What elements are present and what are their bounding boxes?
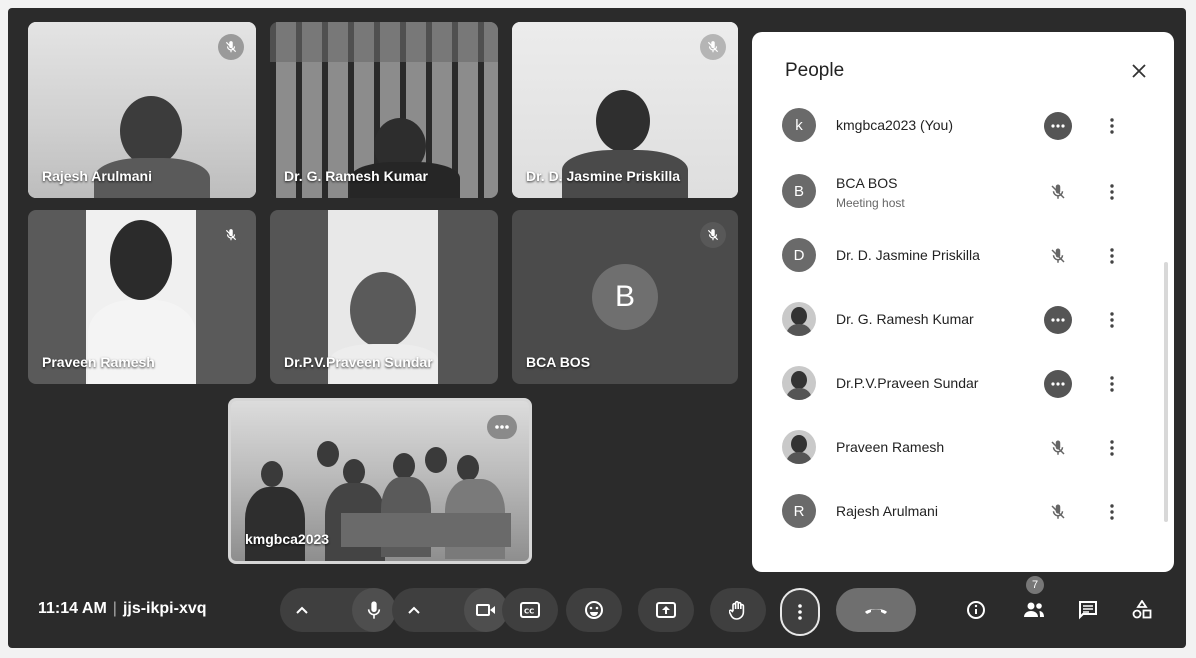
leave-call-button[interactable] <box>836 588 916 632</box>
close-icon[interactable] <box>1126 58 1152 84</box>
avatar: B <box>592 264 658 330</box>
muted-mic-icon <box>1044 499 1072 525</box>
avatar <box>782 366 816 400</box>
participant-name: Rajesh Arulmani <box>836 503 938 519</box>
speaking-indicator-icon <box>1044 112 1072 140</box>
video-tile[interactable]: Rajesh Arulmani <box>28 22 256 198</box>
panel-title: People <box>785 60 845 81</box>
participant-row[interactable]: D Dr. D. Jasmine Priskilla <box>782 234 1154 278</box>
muted-mic-icon <box>218 222 244 248</box>
video-tile[interactable]: B BCA BOS <box>512 210 738 384</box>
raise-hand-button[interactable] <box>710 588 766 632</box>
speaking-indicator-icon <box>1044 306 1072 334</box>
activities-button[interactable] <box>1126 594 1158 626</box>
video-tile[interactable]: Dr.P.V.Praveen Sundar <box>270 210 498 384</box>
meeting-code: jjs-ikpi-xvq <box>122 600 207 617</box>
more-vert-icon <box>798 604 802 620</box>
participant-role: Meeting host <box>836 196 905 210</box>
clock-time: 11:14 AM <box>38 600 107 617</box>
people-count-badge: 7 <box>1026 576 1044 594</box>
participant-name: Dr. D. Jasmine Priskilla <box>836 247 980 263</box>
self-video-tile[interactable]: kmgbca2023 <box>228 398 532 564</box>
video-tile[interactable]: Dr. G. Ramesh Kumar <box>270 22 498 198</box>
more-options-button[interactable] <box>780 588 820 636</box>
more-vert-icon[interactable] <box>1102 306 1122 334</box>
mic-button[interactable] <box>352 588 396 632</box>
participant-row[interactable]: Dr.P.V.Praveen Sundar <box>782 362 1154 406</box>
more-vert-icon[interactable] <box>1102 178 1122 206</box>
muted-mic-icon <box>700 34 726 60</box>
meet-window: Rajesh Arulmani Dr. G. Ramesh Kumar Dr. … <box>8 8 1186 648</box>
meeting-info: 11:14 AM | jjs-ikpi-xvq <box>38 600 207 618</box>
muted-mic-icon <box>1044 435 1072 461</box>
avatar: B <box>782 174 816 208</box>
participant-name: Dr.P.V.Praveen Sundar <box>836 375 979 391</box>
participant-name: Praveen Ramesh <box>836 439 945 455</box>
participant-row[interactable]: B BCA BOS Meeting host <box>782 170 1154 214</box>
participant-name: BCA BOS <box>526 354 591 370</box>
muted-mic-icon <box>1044 243 1072 269</box>
avatar: k <box>782 108 816 142</box>
emoji-button[interactable] <box>566 588 622 632</box>
captions-icon: CC <box>520 602 540 618</box>
speaking-indicator-icon <box>1044 370 1072 398</box>
svg-text:CC: CC <box>524 608 534 616</box>
video-tile[interactable]: Praveen Ramesh <box>28 210 256 384</box>
avatar: D <box>782 238 816 272</box>
people-button[interactable] <box>1018 594 1050 626</box>
more-vert-icon[interactable] <box>1102 242 1122 270</box>
more-options-icon[interactable] <box>487 415 517 439</box>
participant-row[interactable]: Dr. G. Ramesh Kumar <box>782 298 1154 342</box>
emoji-icon <box>585 601 603 619</box>
video-tile[interactable]: Dr. D. Jasmine Priskilla <box>512 22 738 198</box>
separator: | <box>112 600 117 617</box>
participant-name: kmgbca2023 <box>245 531 330 547</box>
participant-name: Rajesh Arulmani <box>42 168 152 184</box>
more-vert-icon[interactable] <box>1102 434 1122 462</box>
participant-row[interactable]: Praveen Ramesh <box>782 426 1154 470</box>
muted-mic-icon <box>1044 179 1072 205</box>
more-vert-icon[interactable] <box>1102 498 1122 526</box>
camera-control <box>392 588 508 632</box>
more-vert-icon[interactable] <box>1102 112 1122 140</box>
more-vert-icon[interactable] <box>1102 370 1122 398</box>
chat-icon <box>1079 601 1097 620</box>
meeting-details-button[interactable] <box>960 594 992 626</box>
participant-name: Dr.P.V.Praveen Sundar <box>284 354 433 370</box>
people-panel: People k kmgbca2023 (You) B BCA BOS Meeting … <box>752 32 1174 572</box>
people-icon <box>1024 602 1044 617</box>
captions-button[interactable]: CC <box>502 588 558 632</box>
end-call-icon <box>865 609 887 614</box>
participant-name: Dr. G. Ramesh Kumar <box>836 311 974 327</box>
activities-icon <box>1132 600 1152 619</box>
participant-row[interactable]: R Rajesh Arulmani <box>782 490 1154 534</box>
chevron-up-icon[interactable] <box>402 598 426 622</box>
participant-row[interactable]: k kmgbca2023 (You) <box>782 104 1154 148</box>
info-icon <box>967 601 985 619</box>
participant-name: Dr. D. Jasmine Priskilla <box>526 168 681 184</box>
present-icon <box>656 602 676 618</box>
mic-control <box>280 588 396 632</box>
participant-name: BCA BOS <box>836 175 898 191</box>
raise-hand-icon <box>729 600 745 620</box>
muted-mic-icon <box>218 34 244 60</box>
present-button[interactable] <box>638 588 694 632</box>
avatar: R <box>782 494 816 528</box>
avatar <box>782 302 816 336</box>
scrollbar[interactable] <box>1164 262 1168 522</box>
participant-name: Praveen Ramesh <box>42 354 155 370</box>
chat-button[interactable] <box>1072 594 1104 626</box>
muted-mic-icon <box>700 222 726 248</box>
chevron-up-icon[interactable] <box>290 598 314 622</box>
participant-name: kmgbca2023 (You) <box>836 117 954 133</box>
participant-name: Dr. G. Ramesh Kumar <box>284 168 428 184</box>
avatar <box>782 430 816 464</box>
